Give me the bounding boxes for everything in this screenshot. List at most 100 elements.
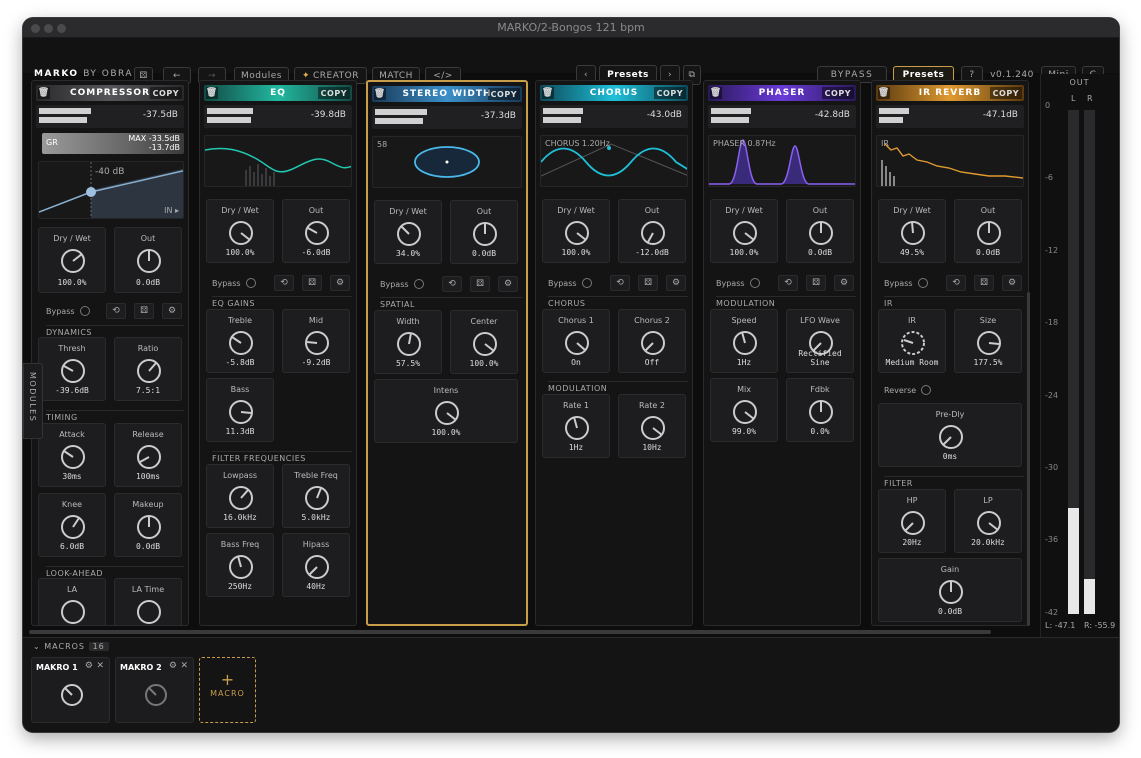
fdbk-knob[interactable]: Fdbk 0.0% [786, 378, 854, 442]
reset-button[interactable]: ⟲ [106, 303, 126, 319]
gear-icon[interactable]: ⚙ [169, 661, 177, 671]
module-header[interactable]: 🗑 PHASER COPY [708, 85, 856, 101]
speed-knob[interactable]: Speed 1Hz [710, 309, 778, 373]
settings-button[interactable]: ⚙ [834, 275, 854, 291]
out-knob[interactable]: Out 0.0dB [114, 227, 182, 293]
trash-icon[interactable]: 🗑 [374, 88, 386, 100]
close-icon[interactable]: ✕ [180, 661, 188, 671]
out-knob[interactable]: Out 0.0dB [450, 200, 518, 264]
rate2-knob[interactable]: Rate 2 10Hz [618, 394, 686, 458]
dry-wet-knob[interactable]: Dry / Wet 100.0% [542, 199, 610, 263]
dry-wet-knob[interactable]: Dry / Wet 100.0% [206, 199, 274, 263]
dry-wet-knob[interactable]: Dry / Wet 49.5% [878, 199, 946, 263]
copy-button[interactable]: COPY [653, 87, 686, 99]
ratio-knob[interactable]: Ratio 7.5:1 [114, 337, 182, 401]
copy-button[interactable]: COPY [487, 88, 520, 100]
chorus2-knob[interactable]: Chorus 2 Off [618, 309, 686, 373]
trash-icon[interactable]: 🗑 [38, 87, 50, 99]
lp-knob[interactable]: LP 20.0kHz [954, 489, 1022, 553]
chorus1-knob[interactable]: Chorus 1 On [542, 309, 610, 373]
random-button[interactable]: ⚄ [470, 276, 490, 292]
copy-button[interactable]: COPY [149, 87, 182, 99]
macro-card-1[interactable]: MAKRO 1 ⚙ ✕ [31, 657, 110, 723]
reverse-toggle[interactable]: Reverse [884, 380, 1024, 400]
modules-side-tab[interactable]: MODULES [23, 363, 43, 439]
hipass-knob[interactable]: Hipass 40Hz [282, 533, 350, 597]
rack-horizontal-scrollbar[interactable] [29, 630, 991, 634]
out-knob[interactable]: Out -12.0dB [618, 199, 686, 263]
center-knob[interactable]: Center 100.0% [450, 310, 518, 374]
module-header[interactable]: 🗑 COMPRESSOR COPY [36, 85, 184, 101]
ir-display[interactable]: IR [876, 135, 1024, 187]
attack-knob[interactable]: Attack 30ms [38, 423, 106, 487]
random-button[interactable]: ⚄ [806, 275, 826, 291]
out-knob[interactable]: Out 0.0dB [786, 199, 854, 263]
reset-button[interactable]: ⟲ [946, 275, 966, 291]
module-header[interactable]: 🗑 CHORUS COPY [540, 85, 688, 101]
macro-knob[interactable] [59, 682, 85, 708]
settings-button[interactable]: ⚙ [1002, 275, 1022, 291]
dry-wet-knob[interactable]: Dry / Wet 100.0% [38, 227, 106, 293]
phaser-display[interactable]: PHASER 0.87Hz [708, 135, 856, 187]
reset-button[interactable]: ⟲ [610, 275, 630, 291]
trash-icon[interactable]: 🗑 [206, 87, 218, 99]
knee-knob[interactable]: Knee 6.0dB [38, 493, 106, 557]
intens-knob[interactable]: Intens 100.0% [374, 379, 518, 443]
gain-knob[interactable]: Gain 0.0dB [878, 558, 1022, 622]
makeup-knob[interactable]: Makeup 0.0dB [114, 493, 182, 557]
compressor-curve-display[interactable]: -40 dB IN ▸ [38, 161, 184, 219]
pre-dly-knob[interactable]: Pre-Dly 0ms [878, 403, 1022, 467]
out-knob[interactable]: Out 0.0dB [954, 199, 1022, 263]
mix-knob[interactable]: Mix 99.0% [710, 378, 778, 442]
module-header[interactable]: 🗑 EQ COPY [204, 85, 352, 101]
copy-button[interactable]: COPY [317, 87, 350, 99]
close-icon[interactable]: ✕ [96, 661, 104, 671]
trash-icon[interactable]: 🗑 [542, 87, 554, 99]
reverb-scrollbar[interactable] [1027, 292, 1030, 626]
macro-knob[interactable] [143, 682, 169, 708]
release-knob[interactable]: Release 100ms [114, 423, 182, 487]
trash-icon[interactable]: 🗑 [878, 87, 890, 99]
random-button[interactable]: ⚄ [638, 275, 658, 291]
copy-button[interactable]: COPY [989, 87, 1022, 99]
settings-button[interactable]: ⚙ [498, 276, 518, 292]
trash-icon[interactable]: 🗑 [710, 87, 722, 99]
gear-icon[interactable]: ⚙ [85, 661, 93, 671]
thresh-knob[interactable]: Thresh -39.6dB [38, 337, 106, 401]
macro-card-2[interactable]: MAKRO 2 ⚙ ✕ [115, 657, 194, 723]
dry-wet-knob[interactable]: Dry / Wet 34.0% [374, 200, 442, 264]
dry-wet-knob[interactable]: Dry / Wet 100.0% [710, 199, 778, 263]
lfo-wave-knob[interactable]: LFO Wave Rectified Sine [786, 309, 854, 373]
reset-button[interactable]: ⟲ [778, 275, 798, 291]
treble-knob[interactable]: Treble -5.8dB [206, 309, 274, 373]
size-knob[interactable]: Size 177.5% [954, 309, 1022, 373]
random-button[interactable]: ⚄ [974, 275, 994, 291]
copy-button[interactable]: COPY [821, 87, 854, 99]
stereo-field-display[interactable]: 58 [372, 136, 522, 188]
lowpass-knob[interactable]: Lowpass 16.0kHz [206, 464, 274, 528]
settings-button[interactable]: ⚙ [162, 303, 182, 319]
random-button[interactable]: ⚄ [134, 303, 154, 319]
la-knob[interactable]: LA [38, 578, 106, 625]
width-knob[interactable]: Width 57.5% [374, 310, 442, 374]
ir-knob[interactable]: IR Medium Room [878, 309, 946, 373]
random-button[interactable]: ⚄ [302, 275, 322, 291]
add-macro-button[interactable]: + MACRO [199, 657, 256, 723]
la-time-knob[interactable]: LA Time [114, 578, 182, 625]
settings-button[interactable]: ⚙ [330, 275, 350, 291]
reset-button[interactable]: ⟲ [442, 276, 462, 292]
treble-freq-knob[interactable]: Treble Freq 5.0kHz [282, 464, 350, 528]
bass-freq-knob[interactable]: Bass Freq 250Hz [206, 533, 274, 597]
chorus-lfo-display[interactable]: CHORUS 1.20Hz [540, 135, 688, 187]
mid-knob[interactable]: Mid -9.2dB [282, 309, 350, 373]
reset-button[interactable]: ⟲ [274, 275, 294, 291]
bass-knob[interactable]: Bass 11.3dB [206, 378, 274, 442]
out-knob[interactable]: Out -6.0dB [282, 199, 350, 263]
module-header[interactable]: 🗑 IR REVERB COPY [876, 85, 1024, 101]
eq-curve-display[interactable] [204, 135, 352, 187]
macros-header[interactable]: ⌄ MACROS 16 [33, 642, 109, 651]
settings-button[interactable]: ⚙ [666, 275, 686, 291]
hp-knob[interactable]: HP 20Hz [878, 489, 946, 553]
module-header[interactable]: 🗑 STEREO WIDTH COPY [372, 86, 522, 102]
rate1-knob[interactable]: Rate 1 1Hz [542, 394, 610, 458]
